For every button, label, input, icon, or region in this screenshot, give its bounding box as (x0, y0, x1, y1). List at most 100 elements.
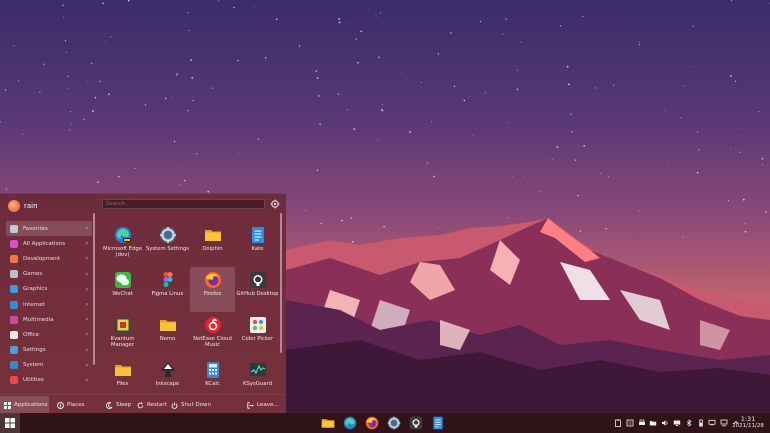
volume-icon[interactable] (661, 419, 669, 427)
app-tile[interactable]: Microsoft Edge (dev) (100, 222, 145, 267)
star (600, 172, 602, 174)
star (212, 87, 214, 89)
bluetooth-icon[interactable] (685, 419, 693, 427)
notes-icon[interactable] (626, 419, 634, 427)
app-tile[interactable]: WeChat (100, 267, 145, 312)
star (304, 209, 306, 211)
star (568, 83, 570, 86)
app-tile[interactable]: Dolphin (190, 222, 235, 267)
star (13, 45, 15, 47)
category-item[interactable]: Development › (6, 251, 92, 266)
star (761, 157, 764, 160)
github-icon[interactable] (409, 416, 423, 430)
star (605, 228, 607, 230)
app-tile[interactable]: Kate (235, 222, 280, 267)
star (505, 18, 507, 20)
start-menu-button[interactable] (0, 413, 20, 433)
star (97, 181, 99, 183)
star (164, 97, 167, 100)
restart-button[interactable]: Restart (137, 396, 167, 414)
category-item[interactable]: Games › (6, 267, 92, 282)
firefox-icon (204, 271, 222, 289)
folder-icon (114, 361, 132, 379)
star (639, 210, 641, 212)
category-item[interactable]: Favorites › (6, 221, 92, 237)
app-grid: Microsoft Edge (dev) System Settings Dolph… (100, 222, 280, 402)
category-item[interactable]: Multimedia › (6, 312, 92, 327)
star (176, 73, 179, 75)
app-tile[interactable]: Nemo (145, 312, 190, 357)
app-tile[interactable]: Kvantum Manager (100, 312, 145, 357)
category-icon (10, 254, 18, 263)
clock[interactable]: 1:31 2021/11/28 (728, 415, 768, 430)
restart-label: Restart (147, 402, 167, 408)
star (108, 93, 110, 96)
category-scrollbar[interactable] (93, 213, 95, 365)
star (433, 175, 435, 178)
star (69, 111, 72, 113)
leave-button[interactable]: Leave... (247, 396, 279, 414)
category-list: Favorites › All Applications › Development › G… (6, 221, 92, 388)
system-settings-icon[interactable] (387, 416, 401, 430)
kate-icon[interactable] (431, 416, 445, 430)
edge-icon[interactable] (343, 416, 357, 430)
firefox-icon[interactable] (365, 416, 379, 430)
star (639, 41, 640, 43)
settings-gear-icon[interactable] (270, 199, 280, 209)
network-icon[interactable] (720, 419, 728, 427)
taskbar: 1:31 2021/11/28 (0, 413, 770, 433)
category-item[interactable]: Office › (6, 327, 92, 342)
star (196, 153, 198, 155)
star (180, 167, 182, 169)
category-item[interactable]: Graphics › (6, 282, 92, 297)
app-tile[interactable]: System Settings (145, 222, 190, 267)
star (184, 179, 186, 182)
star (560, 25, 562, 27)
category-item[interactable]: System › (6, 358, 92, 373)
star (405, 78, 407, 80)
printer-icon[interactable] (638, 419, 646, 427)
star (188, 29, 190, 32)
app-tile[interactable]: Firefox (190, 267, 235, 312)
star (607, 176, 609, 178)
leave-label: Leave... (257, 402, 279, 408)
avatar[interactable] (8, 200, 20, 212)
star (346, 22, 348, 23)
star (233, 6, 235, 9)
inkscape-icon (159, 361, 177, 379)
star (91, 62, 93, 65)
star (682, 236, 684, 238)
app-tile[interactable]: GitHub Desktop (235, 267, 280, 312)
app-tile[interactable]: NetEase Cloud Music (190, 312, 235, 357)
star (730, 75, 732, 77)
shutdown-label: Shut Down (181, 402, 211, 408)
star (571, 131, 573, 133)
category-item[interactable]: Utilities › (6, 373, 92, 388)
star (65, 52, 67, 54)
category-label: Development (23, 255, 61, 262)
search-input[interactable] (102, 199, 265, 209)
monitor-icon[interactable] (673, 419, 681, 427)
category-item[interactable]: Internet › (6, 297, 92, 312)
app-grid-scrollbar[interactable] (280, 213, 282, 353)
sleep-button[interactable]: Sleep (106, 396, 131, 414)
tab-applications[interactable]: Applications (0, 396, 49, 414)
battery-icon[interactable] (697, 419, 705, 427)
category-item[interactable]: All Applications › (6, 236, 92, 251)
app-tile[interactable]: Color Picker (235, 312, 280, 357)
clipboard-icon[interactable] (614, 419, 622, 427)
star (696, 171, 699, 174)
star (320, 222, 322, 225)
shutdown-button[interactable]: Shut Down (171, 396, 211, 414)
tab-places[interactable]: Places (53, 396, 95, 414)
moon-icon (106, 401, 113, 409)
star (110, 36, 112, 38)
display-icon[interactable] (708, 419, 716, 427)
category-item[interactable]: Settings › (6, 343, 92, 358)
folder-sync-icon[interactable] (649, 419, 657, 427)
app-tile[interactable]: Figma Linux (145, 267, 190, 312)
star (697, 131, 699, 133)
star (520, 41, 522, 43)
star (190, 59, 192, 61)
folder-icon[interactable] (321, 416, 335, 430)
